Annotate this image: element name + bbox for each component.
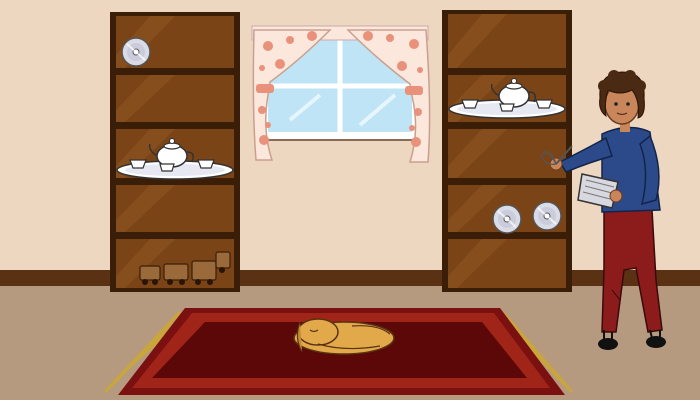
right-bookshelf[interactable] xyxy=(442,10,572,292)
cd-disc-icon[interactable] xyxy=(121,37,151,67)
baseboard xyxy=(0,270,700,286)
room-scene xyxy=(0,0,700,400)
cd-disc-icon[interactable] xyxy=(492,204,522,234)
cd-disc-icon[interactable] xyxy=(532,201,562,231)
